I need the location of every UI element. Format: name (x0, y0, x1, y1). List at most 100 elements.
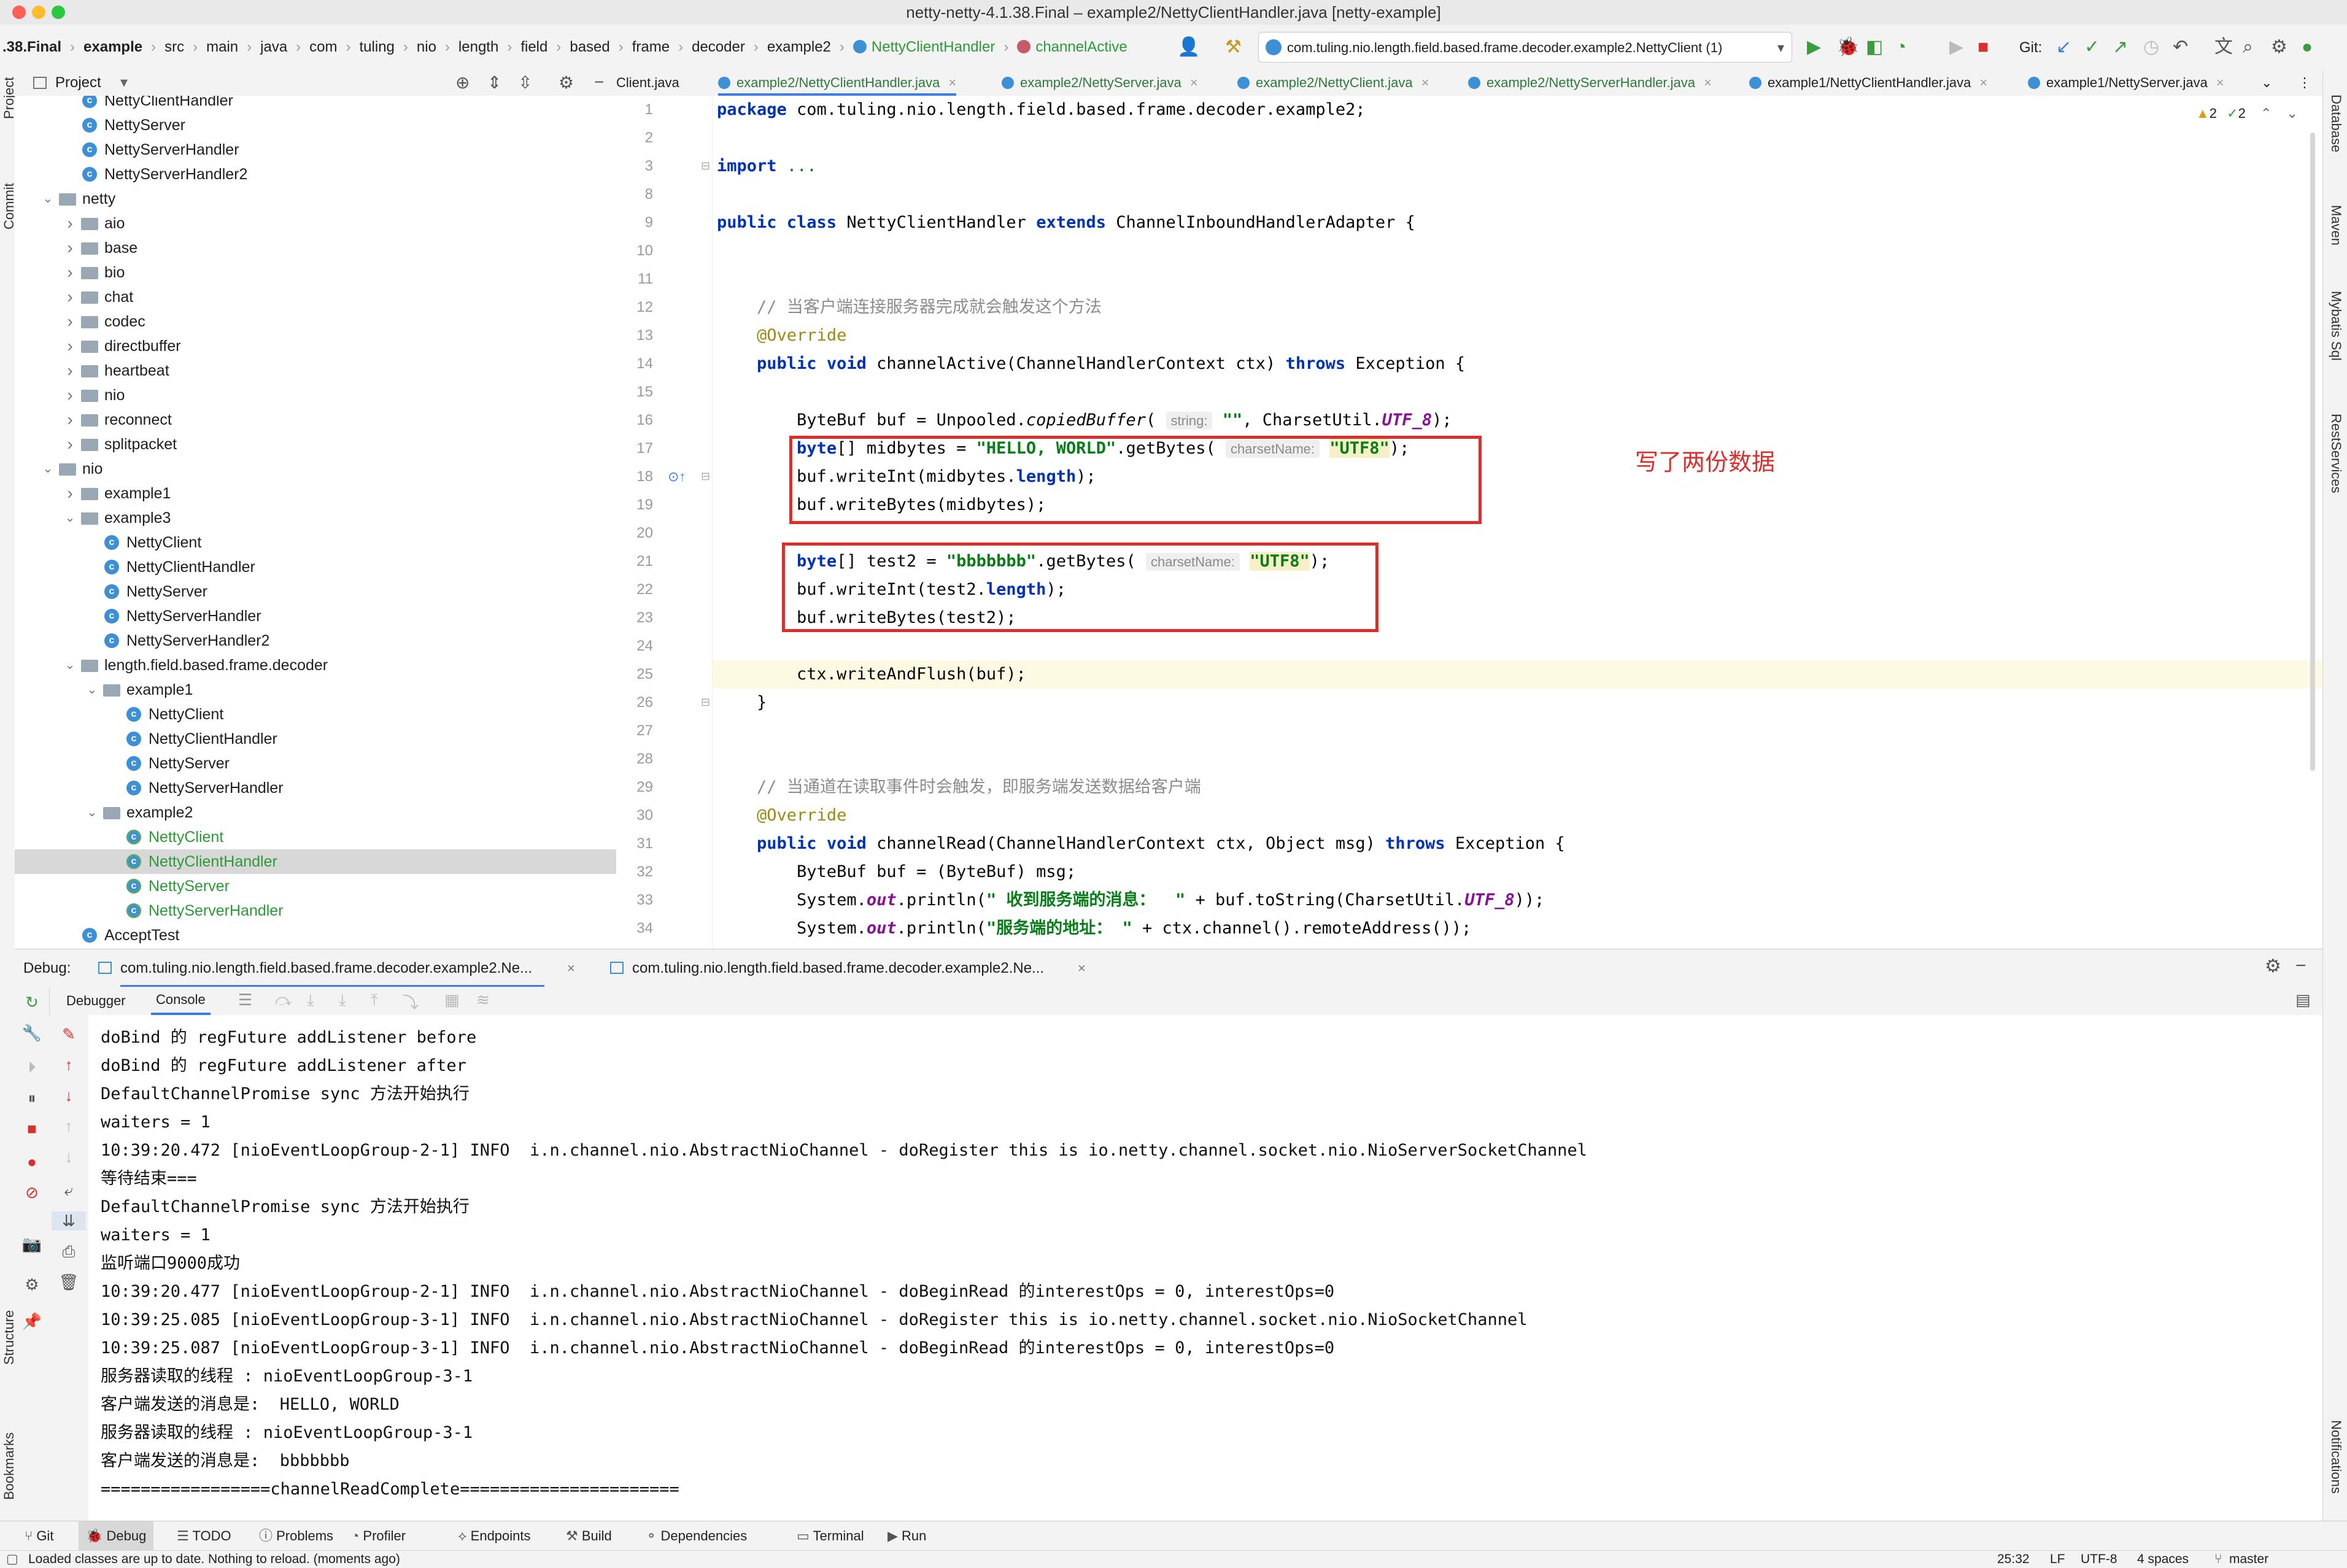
tree-class[interactable]: c NettyClient (15, 530, 616, 555)
chevron-down-icon[interactable]: ⌄ (86, 800, 98, 825)
tree-class[interactable]: c NettyClientHandler (15, 849, 616, 874)
close-icon[interactable]: × (1979, 75, 1987, 90)
tree-folder[interactable]: › directbuffer (15, 334, 616, 358)
editor-tab[interactable]: example1/NettyServer.java × (2028, 70, 2224, 96)
settings-icon[interactable]: ⚙ (15, 1275, 49, 1294)
fold-icon[interactable]: ⊟ (701, 160, 710, 172)
pause-icon[interactable]: ⏸ (15, 1089, 49, 1108)
tree-folder[interactable]: ⌄ netty (15, 187, 616, 211)
database-strip-label[interactable]: Database (2328, 95, 2344, 152)
tree-class[interactable]: c NettyServer (15, 579, 616, 604)
chevron-right-icon[interactable]: › (64, 383, 76, 407)
editor-tab[interactable]: example2/NettyServerHandler.java × (1468, 70, 1712, 96)
tree-class[interactable]: c NettyServerHandler2 (15, 628, 616, 653)
tool-window-debug[interactable]: 🐞 Debug (79, 1521, 154, 1551)
tree-class[interactable]: c NettyClientHandler (15, 727, 616, 751)
editor-tab[interactable]: example2/NettyServer.java × (1002, 70, 1198, 96)
indent-setting[interactable]: 4 spaces (2137, 1551, 2189, 1568)
run-icon[interactable]: ▶ (1807, 37, 1821, 58)
tree-class[interactable]: c NettyClientHandler (15, 555, 616, 579)
editor-tab[interactable]: example1/NettyClientHandler.java × (1749, 70, 1987, 96)
console-output[interactable]: doBind 的 regFuture addListener before doB… (88, 1015, 2322, 1521)
notifications-strip-label[interactable]: Notifications (2328, 1420, 2344, 1494)
git-update-icon[interactable]: ↙ (2056, 37, 2071, 58)
close-icon[interactable]: × (1421, 75, 1429, 90)
chevron-down-icon[interactable]: ⌄ (42, 187, 54, 211)
collapse-all-icon[interactable]: ⇳ (518, 72, 532, 93)
chevron-right-icon[interactable]: › (64, 432, 76, 457)
up-icon[interactable]: ↑ (52, 1117, 86, 1136)
tree-class[interactable]: c NettyServerHandler (15, 604, 616, 628)
arrow-down-icon[interactable]: ↓ (52, 1086, 86, 1105)
hammer-icon[interactable]: ⚒ (1225, 37, 1242, 58)
mybatis-strip-label[interactable]: Mybatis Sql (2328, 291, 2344, 361)
tree-folder[interactable]: › base (15, 236, 616, 260)
code-line[interactable]: System.out.println(" 收到服务端的消息： " + buf.t… (717, 886, 1544, 914)
wrench-icon[interactable]: 🔧 (15, 1024, 49, 1043)
breadcrumb-item[interactable]: com (307, 39, 339, 56)
tree-class[interactable]: c NettyServer (15, 751, 616, 776)
tool-window-git[interactable]: ⑂ Git (25, 1521, 53, 1551)
breadcrumb-item[interactable]: channelActive (1015, 39, 1129, 56)
breadcrumb-item[interactable]: tuling (357, 39, 397, 56)
search-icon[interactable]: ⌕ (2243, 37, 2253, 58)
breadcrumb-item[interactable]: src (162, 39, 187, 56)
git-push-icon[interactable]: ↗ (2113, 37, 2128, 58)
tree-class[interactable]: c NettyServer (15, 113, 616, 137)
settings-icon[interactable]: ⚙ (2265, 956, 2281, 977)
step-out-icon[interactable]: ⤒ (371, 991, 378, 1010)
chevron-down-icon[interactable]: ▾ (120, 70, 128, 96)
resume-icon[interactable]: ▶ (1949, 37, 1963, 58)
close-icon[interactable]: × (1190, 75, 1198, 90)
close-icon[interactable]: × (2216, 75, 2224, 90)
settings-icon[interactable]: ⚙ (559, 72, 574, 93)
chevron-down-icon[interactable]: ⌄ (86, 678, 98, 702)
chevron-down-icon[interactable]: ⌄ (64, 506, 76, 530)
tree-class[interactable]: c NettyServerHandler (15, 137, 616, 162)
tree-folder[interactable]: › reconnect (15, 407, 616, 432)
stop-icon[interactable]: ■ (15, 1119, 49, 1138)
code-line[interactable]: package com.tuling.nio.length.field.base… (717, 96, 1366, 124)
chevron-right-icon[interactable]: › (64, 407, 76, 432)
line-separator[interactable]: LF (2050, 1551, 2065, 1568)
view-breakpoints-icon[interactable]: ● (15, 1153, 49, 1172)
breadcrumb-item[interactable]: field (518, 39, 550, 56)
tool-window-endpoints[interactable]: ⟡ Endpoints (458, 1521, 531, 1551)
tool-window-build[interactable]: ⚒ Build (566, 1521, 612, 1551)
tree-folder[interactable]: › bio (15, 260, 616, 285)
tree-folder[interactable]: › example1 (15, 481, 616, 506)
code-line[interactable]: import ... (717, 152, 817, 180)
chevron-right-icon[interactable]: › (64, 236, 76, 260)
caret-position[interactable]: 25:32 (1997, 1551, 2030, 1568)
more-icon[interactable]: ⋮ (2298, 70, 2311, 96)
tree-folder[interactable]: › codec (15, 309, 616, 334)
tree-folder[interactable]: › aio (15, 211, 616, 236)
trace-icon[interactable]: ≋ (476, 991, 490, 1010)
debug-session-tab-2[interactable]: com.tuling.nio.length.field.based.frame.… (632, 949, 1044, 987)
breadcrumb-item[interactable]: example (81, 39, 145, 56)
fold-icon[interactable]: ⊟ (701, 470, 710, 483)
file-encoding[interactable]: UTF-8 (2081, 1551, 2117, 1568)
code-line[interactable]: // 当客户端连接服务器完成就会触发这个方法 (717, 293, 1102, 322)
plugin-icon[interactable]: ● (2302, 37, 2313, 58)
settings-icon[interactable]: ⚙ (2271, 37, 2287, 58)
debug-session-tab-1[interactable]: com.tuling.nio.length.field.based.frame.… (120, 949, 545, 987)
history-icon[interactable]: ◷ (2143, 37, 2159, 58)
tree-class[interactable]: c NettyServerHandler2 (15, 162, 616, 187)
menu-icon[interactable]: ☰ (238, 991, 252, 1010)
tree-folder[interactable]: › chat (15, 285, 616, 309)
code-line[interactable]: System.out.println("服务端的地址： " + ctx.chan… (717, 914, 1471, 943)
restservices-strip-label[interactable]: RestServices (2328, 414, 2344, 493)
arrow-up-icon[interactable]: ↑ (52, 1056, 86, 1075)
tree-class[interactable]: c NettyServerHandler (15, 776, 616, 800)
user-icon[interactable]: 👤 (1177, 37, 1200, 58)
chevron-down-icon[interactable]: ⌄ (42, 457, 54, 481)
editor-tab[interactable]: Client.java (616, 70, 679, 96)
tree-folder[interactable]: ⌄ length.field.based.frame.decoder (15, 653, 616, 678)
tool-window-profiler[interactable]: ◔ Profiler (351, 1521, 406, 1551)
chevron-right-icon[interactable]: › (64, 481, 76, 506)
chevron-up-icon[interactable]: ⌃ (2260, 106, 2272, 121)
tree-folder[interactable]: ⌄ nio (15, 457, 616, 481)
trash-icon[interactable]: 🗑 (52, 1273, 86, 1292)
tool-window-dependencies[interactable]: ⚬ Dependencies (646, 1521, 747, 1551)
